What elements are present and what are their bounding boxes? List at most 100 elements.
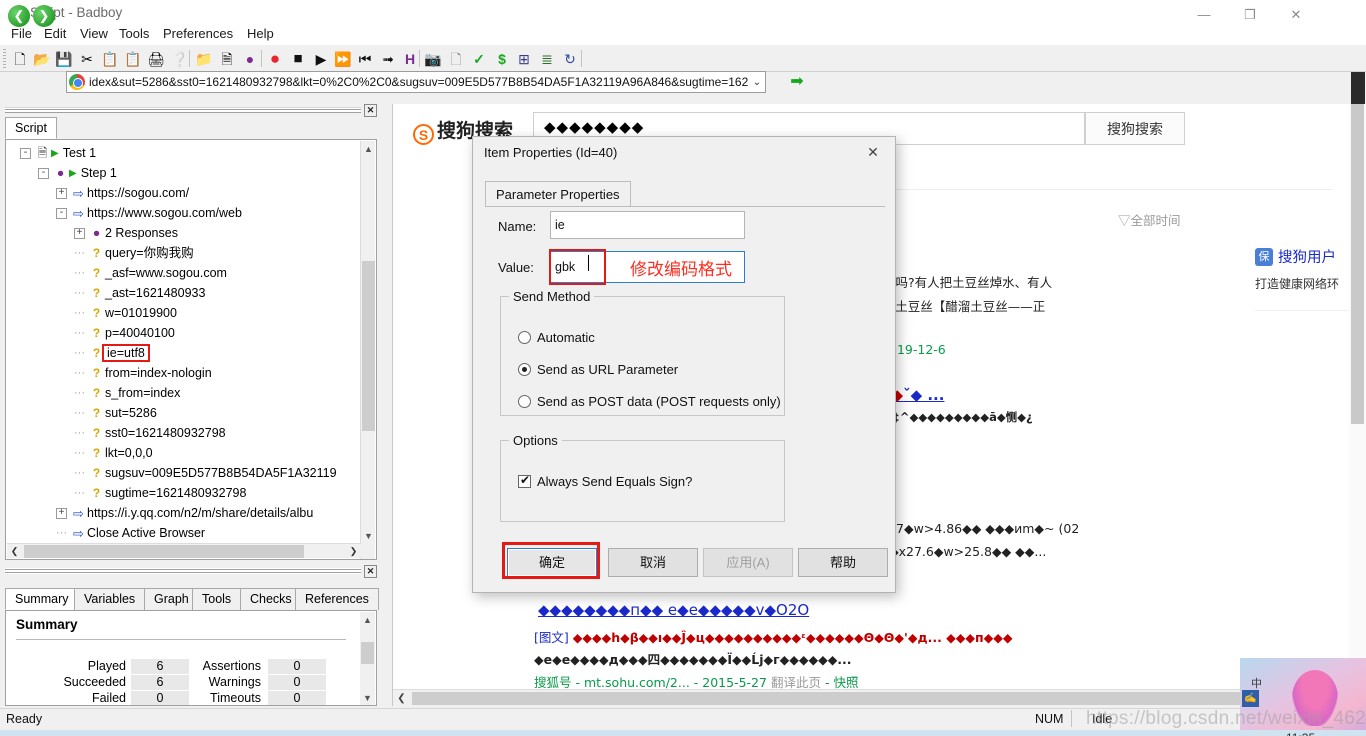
browser-horizontal-scrollbar[interactable]: ❮ — [393, 689, 1366, 706]
expand-icon[interactable]: + — [56, 508, 67, 520]
play-node-icon[interactable]: ▶ — [69, 168, 77, 179]
tree-node[interactable]: - ● ▶ Step 1 — [38, 164, 117, 183]
tree-node[interactable]: + ● 2 Responses — [74, 224, 178, 243]
new-step-icon[interactable]: ● — [240, 49, 260, 69]
play-node-icon[interactable]: ▶ — [51, 148, 59, 159]
browser-vertical-scrollbar[interactable] — [1349, 104, 1366, 689]
record-icon[interactable]: ● — [265, 49, 285, 69]
tree-scroll-right-icon[interactable]: ❯ — [346, 544, 361, 559]
tree-scroll-up-icon[interactable]: ▲ — [361, 141, 376, 157]
menu-edit[interactable]: Edit — [39, 25, 71, 43]
dialog-close-icon[interactable]: ✕ — [851, 137, 895, 167]
tree-node[interactable]: ···? s_from=index — [74, 384, 180, 403]
tab-parameter-properties[interactable]: Parameter Properties — [485, 181, 631, 207]
result-4-cache-link[interactable]: 快照 — [833, 675, 858, 690]
collapse-icon[interactable]: - — [56, 208, 67, 220]
stop-icon[interactable]: ■ — [288, 49, 308, 69]
assert-check-icon[interactable]: ✓ — [469, 49, 489, 69]
checkbox-always-send-equals[interactable]: Always Send Equals Sign? — [518, 473, 692, 489]
help-question-icon[interactable]: ❔ — [170, 49, 190, 69]
name-input[interactable]: ie — [550, 211, 745, 239]
chevron-down-icon[interactable]: ⌄ — [749, 77, 765, 88]
go-arrow-icon[interactable]: ➡ — [788, 73, 806, 91]
tree-node[interactable]: ···? ie=utf8 — [74, 344, 150, 363]
tab-summary[interactable]: Summary — [5, 588, 79, 610]
tree-node[interactable]: ···? sut=5286 — [74, 404, 157, 423]
result-4-source[interactable]: 搜狐号 — [534, 675, 572, 690]
script-tree[interactable]: - 🗎 ▶ Test 1- ● ▶ Step 1 + ⇨ https://sogou.com/- ⇨… — [5, 139, 377, 560]
radio-automatic[interactable]: Automatic — [518, 330, 595, 345]
paste-icon[interactable]: 📋 — [123, 49, 143, 69]
tree-scroll-thumb[interactable] — [362, 261, 375, 431]
browser-scroll-left-icon[interactable]: ❮ — [393, 690, 410, 707]
new-test-icon[interactable]: 🗎 — [217, 49, 237, 69]
tab-checks[interactable]: Checks — [240, 588, 302, 610]
tree-node[interactable]: ···? p=40040100 — [74, 324, 175, 343]
variable-dollar-icon[interactable]: $ — [492, 49, 512, 69]
browser-scroll-thumb[interactable] — [1351, 104, 1364, 424]
browser-hscroll-thumb[interactable] — [412, 692, 1366, 705]
tree-node[interactable]: - ⇨ https://www.sogou.com/web — [56, 204, 242, 223]
tab-graph[interactable]: Graph — [144, 588, 199, 610]
menu-preferences[interactable]: Preferences — [158, 25, 238, 43]
expand-icon[interactable]: + — [56, 188, 67, 200]
tree-node[interactable]: ···? _ast=1621480933 — [74, 284, 205, 303]
tree-node[interactable]: ···? sugsuv=009E5D577B8B54DA5F1A32119 — [74, 464, 337, 483]
pause-icon[interactable]: H — [400, 49, 420, 69]
report-icon[interactable]: 🗋 — [446, 49, 466, 69]
tab-references[interactable]: References — [295, 588, 379, 610]
menu-view[interactable]: View — [75, 25, 113, 43]
screenshot-icon[interactable]: 📷 — [423, 49, 443, 69]
forward-button[interactable]: ❯ — [33, 5, 55, 27]
tree-node[interactable]: ··· ⇨ Close Active Browser — [56, 524, 205, 543]
tree-hscroll-thumb[interactable] — [24, 545, 304, 558]
save-icon[interactable]: 💾 — [54, 49, 74, 69]
rewind-icon[interactable]: ⏮ — [355, 49, 375, 69]
play-icon[interactable]: ▶ — [311, 49, 331, 69]
tree-node[interactable]: ···? sst0=1621480932798 — [74, 424, 226, 443]
new-icon[interactable]: 🗋 — [10, 49, 30, 69]
tree-node[interactable]: - 🗎 ▶ Test 1 — [20, 144, 96, 163]
time-filter-dropdown[interactable]: ▽全部时间 — [1118, 210, 1181, 229]
tree-node[interactable]: + ⇨ https://sogou.com/ — [56, 184, 189, 203]
tree-node[interactable]: + ⇨ https://i.y.qq.com/n2/m/share/details/… — [56, 504, 313, 523]
cut-scissors-icon[interactable]: ✂ — [77, 49, 97, 69]
tree-node[interactable]: ···? lkt=0,0,0 — [74, 444, 153, 463]
expand-icon[interactable]: + — [74, 228, 85, 240]
menu-file[interactable]: File — [6, 25, 37, 43]
open-folder-icon[interactable]: 📂 — [32, 49, 52, 69]
tree-node[interactable]: ···? query=你购我购 — [74, 244, 194, 263]
radio-url-parameter[interactable]: Send as URL Parameter — [518, 362, 678, 377]
chart-icon[interactable]: ≣ — [537, 49, 557, 69]
tree-node[interactable]: ···? w=01019900 — [74, 304, 177, 323]
collapse-icon[interactable]: - — [38, 168, 49, 180]
tree-scroll-left-icon[interactable]: ❮ — [7, 544, 22, 559]
summary-panel-close-icon[interactable]: ✕ — [364, 565, 377, 578]
back-button[interactable]: ❮ — [8, 5, 30, 27]
script-panel-grip[interactable] — [5, 107, 361, 113]
tab-script[interactable]: Script — [5, 117, 57, 139]
tree-vertical-scrollbar[interactable]: ▲ ▼ — [360, 141, 376, 559]
copy-icon[interactable]: 📋 — [100, 49, 120, 69]
summary-vertical-scrollbar[interactable]: ▲ ▼ — [360, 612, 375, 705]
step-icon[interactable]: ➟ — [378, 49, 398, 69]
refresh-icon[interactable]: ↻ — [560, 49, 580, 69]
summary-scroll-down-icon[interactable]: ▼ — [360, 690, 375, 705]
print-icon[interactable]: 🖨 — [146, 49, 166, 69]
tree-node[interactable]: ···? sugtime=1621480932798 — [74, 484, 246, 503]
tree-horizontal-scrollbar[interactable]: ❮ ❯ — [7, 543, 361, 558]
result-4-url[interactable]: mt.sohu.com/2... — [584, 675, 690, 690]
ime-chinese-mode-icon[interactable]: 中 — [1251, 675, 1262, 691]
tree-node[interactable]: ···? _asf=www.sogou.com — [74, 264, 227, 283]
summary-panel-grip[interactable] — [5, 568, 361, 574]
radio-post-data[interactable]: Send as POST data (POST requests only) — [518, 394, 781, 409]
play-fast-icon[interactable]: ⏩ — [333, 49, 353, 69]
summary-scroll-up-icon[interactable]: ▲ — [360, 612, 375, 628]
tree-scroll-down-icon[interactable]: ▼ — [361, 528, 376, 544]
menu-tools[interactable]: Tools — [114, 25, 154, 43]
summary-scroll-thumb[interactable] — [361, 642, 374, 664]
menu-help[interactable]: Help — [242, 25, 279, 43]
address-bar[interactable]: idex&sut=5286&sst0=1621480932798&lkt=0%2… — [66, 71, 766, 93]
tree-node[interactable]: ···? from=index-nologin — [74, 364, 212, 383]
script-panel-close-icon[interactable]: ✕ — [364, 104, 377, 117]
